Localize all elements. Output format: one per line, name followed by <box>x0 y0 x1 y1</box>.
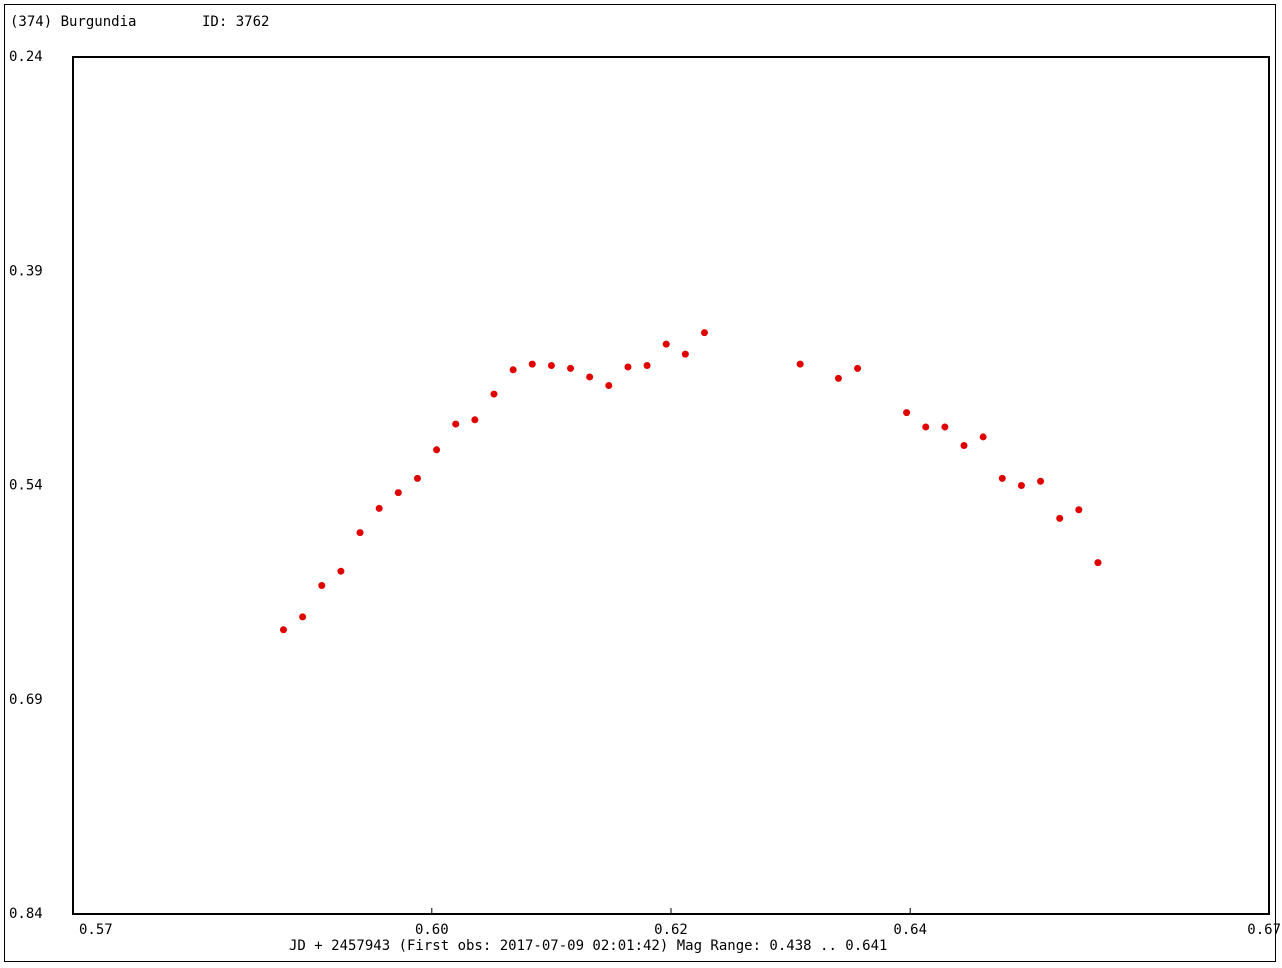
data-point <box>1075 506 1083 514</box>
data-point <box>979 433 987 441</box>
data-point <box>299 613 307 621</box>
data-point <box>605 382 613 390</box>
data-point <box>998 474 1006 482</box>
data-point <box>528 360 536 368</box>
data-points <box>279 329 1102 634</box>
data-point <box>452 420 460 428</box>
x-tick-label: 0.67 <box>1247 922 1281 938</box>
data-point <box>471 416 479 424</box>
data-point <box>318 581 326 589</box>
data-point <box>375 504 383 512</box>
x-tick-label: 0.62 <box>654 922 688 938</box>
data-point <box>394 489 402 497</box>
data-point <box>1017 482 1025 489</box>
data-point <box>356 529 364 537</box>
data-point <box>337 567 345 575</box>
y-tick-label: 0.39 <box>9 263 43 279</box>
data-point <box>413 474 421 482</box>
x-axis-ticks: 0.57 0.60 0.62 0.64 0.67 <box>72 908 1281 938</box>
data-point <box>681 350 689 358</box>
data-point <box>903 409 911 417</box>
plot-area <box>72 56 1270 915</box>
lightcurve-plot: 0.24 0.39 0.54 0.69 0.84 0.57 0.60 0.62 0.64 0.6… <box>9 49 1281 954</box>
data-point <box>567 364 575 372</box>
data-point <box>960 442 968 450</box>
data-point <box>547 362 555 370</box>
data-point <box>279 626 287 634</box>
data-point <box>1056 514 1064 522</box>
y-tick-label: 0.24 <box>9 49 43 65</box>
y-tick-label: 0.84 <box>9 906 43 922</box>
data-point <box>490 390 498 398</box>
x-tick-label: 0.64 <box>893 922 927 938</box>
data-point <box>1094 559 1102 567</box>
data-point <box>624 363 632 371</box>
data-point <box>941 423 949 431</box>
data-point <box>433 446 441 454</box>
data-point <box>643 362 651 370</box>
x-tick-label: 0.57 <box>79 922 113 938</box>
x-tick-label: 0.60 <box>415 922 449 938</box>
data-point <box>509 366 517 374</box>
data-point <box>922 423 930 431</box>
y-axis-ticks: 0.24 0.39 0.54 0.69 0.84 <box>9 49 43 922</box>
data-point <box>854 364 862 372</box>
data-point <box>700 329 708 337</box>
y-tick-label: 0.69 <box>9 692 43 708</box>
footer-caption: JD + 2457943 (First obs: 2017-07-09 02:0… <box>289 938 887 954</box>
data-point <box>1037 477 1045 485</box>
y-tick-label: 0.54 <box>9 478 43 494</box>
data-point <box>586 373 594 381</box>
data-point <box>834 374 842 382</box>
data-point <box>662 340 670 348</box>
data-point <box>796 360 804 368</box>
